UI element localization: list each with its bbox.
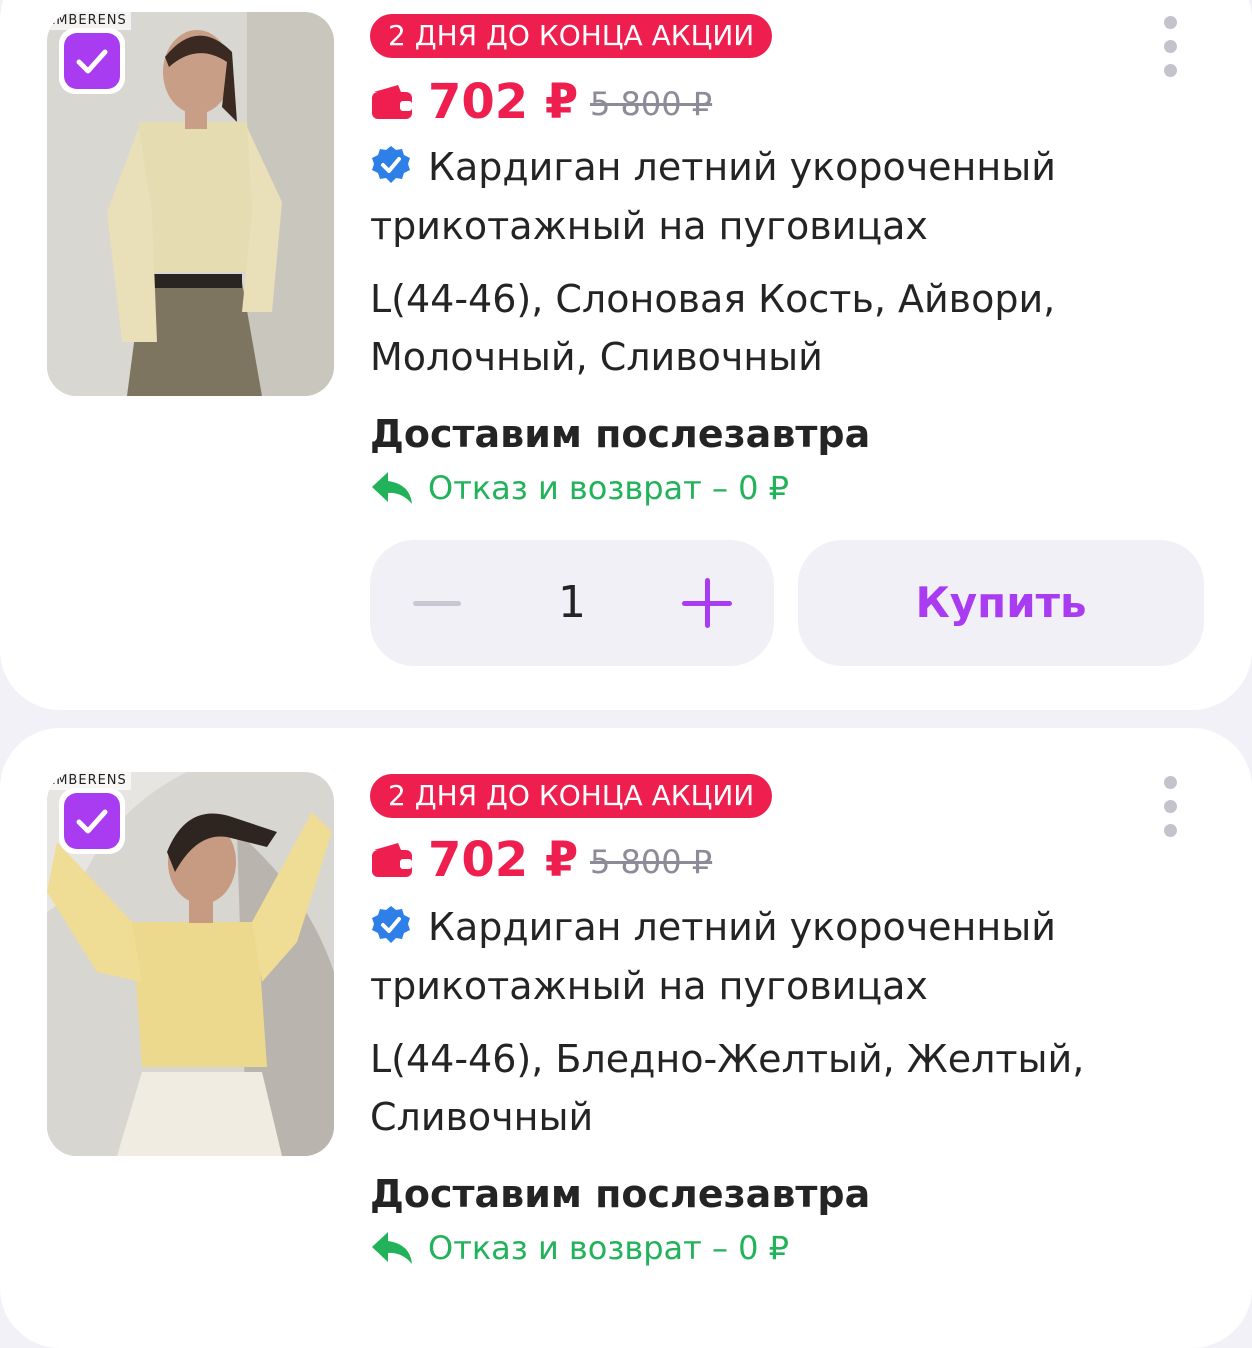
select-checkbox[interactable] — [59, 28, 125, 94]
more-vertical-icon — [1164, 776, 1177, 789]
promo-badge: 2 ДНЯ ДО КОНЦА АКЦИИ — [370, 14, 773, 58]
variant-description: L(44-46), Бледно-Желтый, Желтый, Сливочн… — [370, 1037, 1085, 1139]
delivery-date: Доставим послезавтра — [370, 412, 871, 456]
product-image[interactable]: EMBERENS — [47, 12, 334, 396]
old-price: 5 800 ₽ — [590, 85, 713, 123]
promo-badge: 2 ДНЯ ДО КОНЦА АКЦИИ — [370, 774, 773, 818]
product-title[interactable]: Кардиган летний укороченный трикотажный … — [370, 898, 1090, 1016]
return-arrow-icon — [372, 1232, 412, 1264]
verified-icon — [372, 146, 410, 183]
more-options-button[interactable] — [1158, 776, 1182, 842]
verified-icon — [372, 906, 410, 943]
product-title-text: Кардиган летний укороченный трикотажный … — [370, 905, 1056, 1008]
quantity-stepper: 1 — [370, 540, 774, 666]
product-image[interactable]: EMBERENS — [47, 772, 334, 1156]
wallet-icon — [372, 85, 412, 119]
cart-item-card: EMBERENS 2 ДНЯ ДО КОНЦА АКЦИИ 702 ₽ 5 80… — [0, 0, 1252, 710]
decrease-quantity-button[interactable] — [400, 563, 480, 643]
more-options-button[interactable] — [1158, 16, 1182, 82]
return-policy-text: Отказ и возврат – 0 ₽ — [428, 469, 790, 507]
buy-button[interactable]: Купить — [798, 540, 1204, 666]
old-price: 5 800 ₽ — [590, 843, 713, 881]
delivery-date: Доставим послезавтра — [370, 1172, 871, 1216]
cart-item-card: EMBERENS 2 ДНЯ ДО КОНЦА АКЦИИ 702 ₽ 5 80… — [0, 728, 1252, 1348]
minus-icon — [413, 601, 461, 606]
variant-description: L(44-46), Слоновая Кость, Айвори, Молочн… — [370, 277, 1056, 379]
wallet-icon — [372, 843, 412, 877]
select-checkbox[interactable] — [59, 788, 125, 854]
current-price: 702 ₽ — [428, 74, 579, 130]
more-vertical-icon — [1164, 16, 1177, 29]
check-icon — [76, 809, 108, 834]
return-arrow-icon — [372, 472, 412, 504]
product-title[interactable]: Кардиган летний укороченный трикотажный … — [370, 138, 1090, 256]
current-price: 702 ₽ — [428, 832, 579, 888]
return-policy-text: Отказ и возврат – 0 ₽ — [428, 1229, 790, 1267]
increase-quantity-button[interactable] — [668, 563, 748, 643]
product-title-text: Кардиган летний укороченный трикотажный … — [370, 145, 1056, 248]
check-icon — [76, 49, 108, 74]
quantity-value: 1 — [558, 577, 586, 628]
